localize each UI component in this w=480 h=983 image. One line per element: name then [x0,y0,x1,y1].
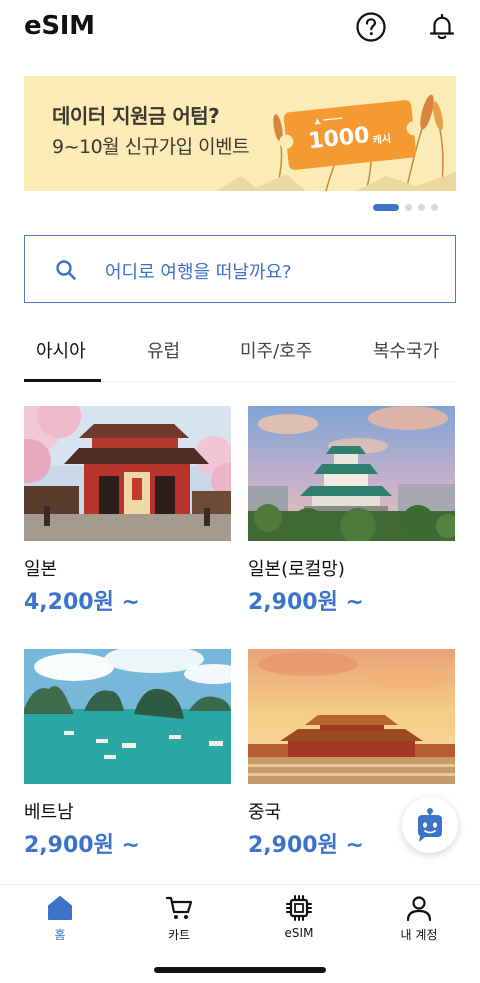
tab-asia[interactable]: 아시아 [36,337,86,363]
user-icon [406,896,432,922]
carousel-dot[interactable] [405,204,412,211]
product-name: 중국 [248,802,282,823]
banner-headline: 데이터 지원금 어텀? [52,104,220,128]
app-header: eSIM [0,0,480,58]
japan-temple-image [24,406,231,541]
tab-europe[interactable]: 유럽 [147,337,180,363]
halong-bay-image [24,649,231,784]
product-name: 베트남 [24,802,74,823]
destination-search[interactable]: 어디로 여행을 떠날까요? [24,235,456,303]
bottom-navigation: 홈 카트 eSIM 내 계정 [0,884,480,983]
product-price: 2,900원 ~ [24,833,140,858]
bell-icon [429,13,455,40]
product-name: 일본 [24,559,58,580]
chip-icon [286,895,312,921]
nav-label: 카트 [167,928,191,942]
carousel-dot[interactable] [431,204,438,211]
cart-icon [165,896,193,919]
chatbot-button[interactable] [402,797,458,853]
ticket-logo: ▲ ━━━━ [313,113,343,126]
japan-castle-image [248,406,455,541]
nav-account[interactable]: 내 계정 [374,893,464,945]
active-tab-indicator [24,379,101,382]
ticket-unit: 캐시 [372,133,392,147]
notification-button[interactable] [425,10,459,44]
search-icon [56,260,76,280]
product-card-japan[interactable]: 일본 4,200원 ~ [24,406,231,615]
carousel-dot[interactable] [373,204,399,211]
nav-label: 홈 [54,928,66,942]
region-tabs: 아시아 유럽 미주/호주 복수국가 [24,322,456,382]
forbidden-city-image [248,649,455,784]
banner-subtitle: 9~10월 신규가입 이벤트 [52,136,250,158]
carousel-indicator[interactable] [373,204,438,211]
chatbot-icon [418,808,442,842]
product-card-china[interactable]: 중국 2,900원 ~ [248,649,455,858]
nav-label: eSIM [284,926,314,940]
nav-cart[interactable]: 카트 [134,893,224,945]
product-card-vietnam[interactable]: 베트남 2,900원 ~ [24,649,231,858]
help-button[interactable] [354,10,388,44]
home-icon [48,896,72,920]
nav-home[interactable]: 홈 [15,893,105,945]
nav-label: 내 계정 [400,928,438,942]
tab-americas-oceania[interactable]: 미주/호주 [240,337,312,363]
product-card-japan-local[interactable]: 일본(로컬망) 2,900원 ~ [248,406,455,615]
ticket-amount: 1000 [307,123,371,155]
question-circle-icon [356,12,386,42]
product-name: 일본(로컬망) [248,559,345,580]
product-price: 2,900원 ~ [248,590,364,615]
promo-banner[interactable]: 데이터 지원금 어텀? 9~10월 신규가입 이벤트 ▲ ━━━━ 1000 캐… [24,76,456,191]
app-title: eSIM [24,11,95,41]
tab-multi-country[interactable]: 복수국가 [373,337,439,363]
product-price: 4,200원 ~ [24,590,140,615]
nav-esim[interactable]: eSIM [254,893,344,945]
search-placeholder: 어디로 여행을 떠날까요? [105,262,292,283]
product-price: 2,900원 ~ [248,833,364,858]
home-indicator [154,967,326,973]
carousel-dot[interactable] [418,204,425,211]
